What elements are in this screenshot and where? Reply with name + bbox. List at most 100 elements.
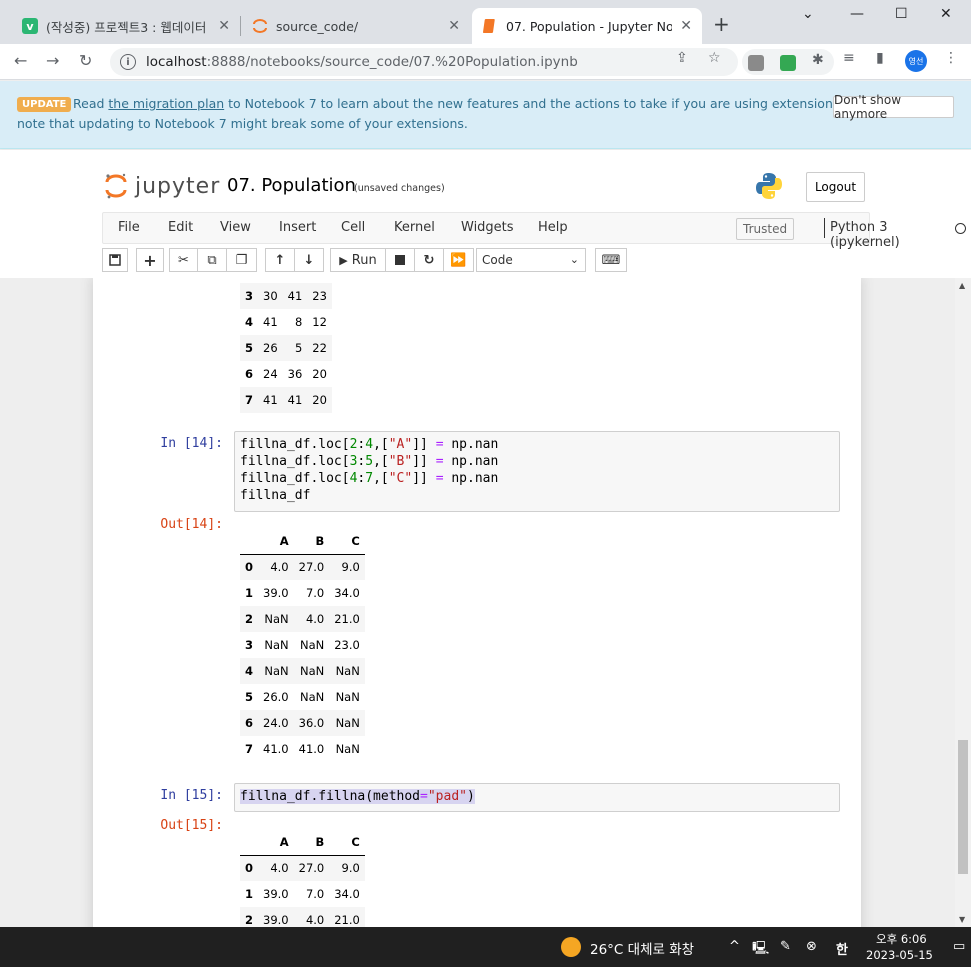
scroll-thumb[interactable]	[958, 740, 968, 874]
bookmark-star-icon[interactable]: ☆	[708, 50, 721, 66]
restart-icon: ↻	[423, 252, 435, 268]
command-palette-button[interactable]: ⌨	[595, 248, 627, 272]
run-all-button[interactable]: ⏩	[444, 248, 474, 272]
insert-cell-button[interactable]: +	[136, 248, 164, 272]
notebook-title[interactable]: 07. Population	[227, 175, 356, 196]
tab-project3[interactable]: v (작성중) 프로젝트3 : 웹데이터 ✕	[12, 8, 240, 44]
table-cell: 20	[312, 367, 327, 381]
url-field[interactable]: i localhost:8888/notebooks/source_code/0…	[110, 48, 738, 76]
menu-cell[interactable]: Cell	[341, 220, 365, 235]
paste-button[interactable]: ❐	[227, 248, 257, 272]
cell-type-select[interactable]: Code ⌄	[476, 248, 586, 272]
media-queue-icon[interactable]: ≡	[843, 50, 855, 66]
tab-title: 07. Population - Jupyter Notebook	[506, 18, 673, 34]
table-row: 2 NaN 4.0 21.0	[240, 606, 365, 632]
migration-plan-link[interactable]: the migration plan	[108, 96, 224, 111]
input-prompt-15: In [15]:	[160, 788, 223, 803]
code-cell-15[interactable]: fillna_df.fillna(method="pad")	[234, 783, 840, 812]
chevron-down-icon[interactable]: ⌄	[802, 6, 814, 22]
forward-icon[interactable]: →	[46, 51, 59, 70]
mute-icon[interactable]: ⊗	[806, 939, 817, 954]
ime-indicator[interactable]: 한	[836, 939, 848, 958]
menu-help[interactable]: Help	[538, 220, 568, 235]
dismiss-button[interactable]: Don't show anymore	[833, 93, 954, 121]
copy-button[interactable]: ⧉	[198, 248, 227, 272]
table-row: 5 26 5 22	[240, 335, 332, 361]
extension-icon[interactable]	[748, 55, 764, 71]
table-row: 2 39.0 4.0 21.0	[240, 907, 365, 927]
run-label: Run	[351, 252, 377, 268]
cut-button[interactable]: ✂	[169, 248, 198, 272]
menu-insert[interactable]: Insert	[279, 220, 316, 235]
save-button[interactable]	[102, 248, 128, 272]
close-icon[interactable]: ✕	[218, 18, 230, 34]
table-cell: 41	[287, 289, 303, 303]
close-icon[interactable]: ✕	[680, 18, 692, 34]
row-index: 3	[245, 289, 254, 303]
reload-icon[interactable]: ↻	[79, 51, 92, 70]
move-up-button[interactable]: ↑	[265, 248, 295, 272]
address-bar: ← → ↻ i localhost:8888/notebooks/source_…	[0, 44, 971, 80]
side-panel-icon[interactable]: ▮	[876, 50, 884, 66]
table-row: 7 41 41 20	[240, 387, 332, 413]
more-menu-icon[interactable]: ⋮	[944, 50, 958, 66]
url-host: localhost	[146, 54, 207, 70]
restart-button[interactable]: ↻	[415, 248, 444, 272]
network-icon[interactable]: 🖳	[752, 939, 769, 961]
table-row: 4 41 8 12	[240, 309, 332, 335]
menu-kernel[interactable]: Kernel	[394, 220, 435, 235]
clock-date[interactable]: 2023-05-15	[866, 948, 933, 962]
tray-chevron-icon[interactable]: ^	[729, 939, 740, 954]
table-row: 5 26.0 NaN NaN	[240, 684, 365, 710]
new-tab-icon[interactable]: +	[713, 14, 730, 34]
page-scrollbar[interactable]: ▲ ▼	[955, 278, 971, 927]
code-cell-14[interactable]: fillna_df.loc[2:4,["A"]] = np.nan fillna…	[234, 431, 840, 512]
tab-source-code[interactable]: source_code/ ✕	[242, 8, 470, 44]
input-prompt-14: In [14]:	[160, 436, 223, 451]
close-icon[interactable]: ✕	[448, 18, 460, 34]
notification-center-icon[interactable]: ▭	[953, 939, 965, 954]
clock-time[interactable]: 오후 6:06	[876, 931, 927, 947]
scroll-up-icon[interactable]: ▲	[959, 281, 965, 290]
row-index: 0	[245, 560, 254, 575]
table-cell: 7.0	[305, 887, 325, 901]
menu-widgets[interactable]: Widgets	[461, 220, 514, 235]
move-down-button[interactable]: ↓	[295, 248, 324, 272]
maximize-icon[interactable]: ☐	[895, 6, 908, 22]
interrupt-button[interactable]	[386, 248, 415, 272]
menu-view[interactable]: View	[220, 220, 251, 235]
keyboard-icon: ⌨	[601, 252, 621, 268]
table-cell: 27.0	[298, 560, 325, 575]
notif-text-after: to Notebook 7 to learn about the new fea…	[224, 96, 893, 111]
table-cell: 4.0	[305, 612, 325, 626]
table-cell: 36	[287, 367, 303, 381]
scroll-down-icon[interactable]: ▼	[959, 915, 965, 924]
profile-avatar[interactable]: 영선	[905, 50, 927, 72]
column-header: A	[258, 528, 294, 555]
pen-icon[interactable]: ✎	[780, 939, 791, 954]
trusted-indicator[interactable]: Trusted	[736, 218, 795, 240]
close-window-icon[interactable]: ✕	[940, 6, 952, 22]
copy-icon: ⧉	[207, 252, 217, 268]
table-cell: NaN	[299, 690, 325, 704]
weather-text[interactable]: 26°C 대체로 화창	[590, 938, 694, 958]
run-button[interactable]: ▶ Run	[330, 248, 386, 272]
screen-extension-icon[interactable]	[780, 55, 796, 71]
menu-file[interactable]: File	[118, 220, 140, 235]
tab-population-notebook[interactable]: 07. Population - Jupyter Notebook ✕	[472, 8, 702, 44]
logout-button[interactable]: Logout	[806, 172, 865, 202]
minimize-icon[interactable]: —	[850, 6, 864, 22]
back-icon[interactable]: ←	[14, 51, 27, 70]
menu-bar: File Edit View Insert Cell Kernel Widget…	[102, 212, 966, 250]
table-cell: 41	[287, 393, 303, 407]
share-icon[interactable]: ⇪	[676, 50, 688, 66]
puzzle-icon[interactable]: ✱	[812, 52, 828, 68]
output-prompt-15: Out[15]:	[160, 818, 223, 833]
info-icon[interactable]: i	[120, 54, 136, 70]
table-cell: 34.0	[334, 586, 360, 600]
jupyter-logo[interactable]: jupyter	[105, 172, 220, 200]
weather-sun-icon[interactable]	[561, 937, 581, 957]
kernel-idle-icon	[955, 223, 966, 234]
kernel-name[interactable]: Python 3 (ipykernel)	[830, 220, 900, 250]
menu-edit[interactable]: Edit	[168, 220, 193, 235]
